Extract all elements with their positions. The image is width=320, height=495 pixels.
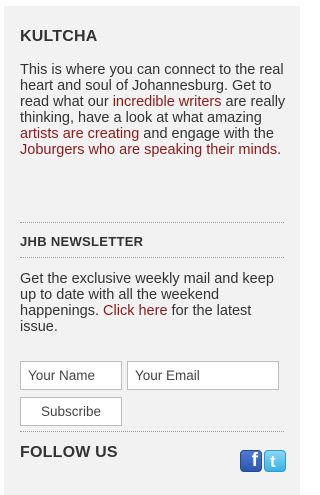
joburgers-link[interactable]: Joburgers who are speaking their minds [20, 142, 277, 158]
name-input[interactable] [20, 361, 122, 390]
divider [20, 431, 284, 432]
intro-text-4: . [277, 142, 282, 158]
divider [20, 257, 284, 258]
click-here-link[interactable]: Click here [103, 303, 167, 319]
kultcha-intro: This is where you can connect to the rea… [20, 62, 288, 158]
subscribe-button[interactable]: Subscribe [20, 397, 122, 426]
kultcha-heading: KULTCHA [20, 28, 98, 45]
newsletter-text: Get the exclusive weekly mail and keep u… [20, 271, 288, 335]
artists-link[interactable]: artists are creating [20, 126, 139, 142]
follow-heading: FOLLOW US [20, 444, 118, 461]
facebook-icon[interactable]: f [240, 450, 262, 472]
divider [20, 222, 284, 223]
email-input[interactable] [127, 361, 279, 390]
newsletter-heading: JHB NEWSLETTER [20, 234, 144, 249]
twitter-icon[interactable]: t [264, 450, 286, 472]
sidebar-panel: KULTCHA This is where you can connect to… [4, 6, 300, 495]
writers-link[interactable]: incredible writers [113, 94, 222, 110]
intro-text-3: and engage with the [139, 126, 274, 142]
